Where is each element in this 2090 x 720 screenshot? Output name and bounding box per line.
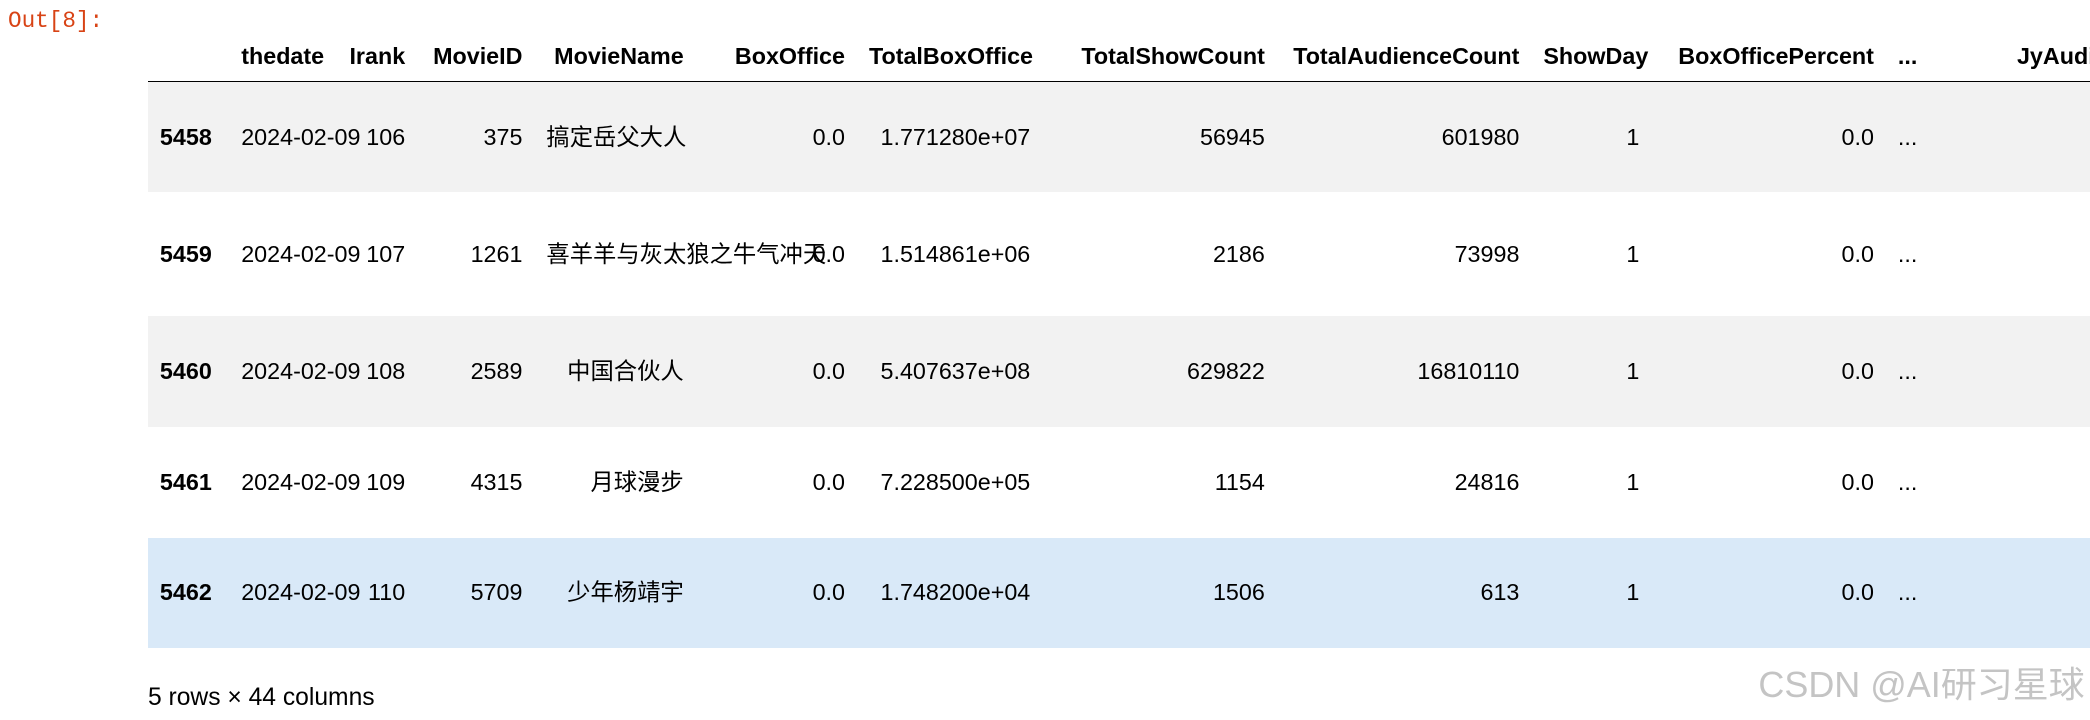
column-header: MovieName bbox=[534, 31, 696, 83]
cell-ellipsis: ... bbox=[1897, 123, 1918, 150]
row-index: 5459 bbox=[159, 240, 212, 267]
cell-moviename: 中国合伙人 bbox=[567, 358, 684, 385]
row-index: 5460 bbox=[159, 358, 212, 385]
cell-moviename: 月球漫步 bbox=[590, 468, 684, 495]
cell-boxoffice: 0.0 bbox=[812, 468, 845, 495]
cell-moviename: 少年杨靖宇 bbox=[567, 579, 684, 606]
dataframe-shape-summary: 5 rows × 44 columns bbox=[147, 684, 375, 712]
column-header: TotalShowCount bbox=[1042, 31, 1277, 83]
notebook-output-cell: Out[8]: thedate Irank MovieID MovieName … bbox=[0, 0, 2090, 720]
cell-totalboxoffice: 7.228500e+05 bbox=[880, 468, 1031, 495]
table-row[interactable]: 5462 2024-02-09 110 5709 少年杨靖宇 0.0 1.748… bbox=[147, 537, 2090, 649]
cell-totalaudiencecount: 24816 bbox=[1454, 468, 1520, 495]
cell-movieid: 5709 bbox=[470, 579, 523, 606]
cell-moviename: 搞定岳父大人 bbox=[546, 123, 687, 150]
column-header: BoxOfficePercent bbox=[1651, 31, 1886, 83]
cell-totalaudiencecount: 73998 bbox=[1454, 240, 1520, 267]
table-header-row: thedate Irank MovieID MovieName BoxOffic… bbox=[147, 31, 2090, 83]
cell-totalshowcount: 629822 bbox=[1187, 358, 1265, 385]
cell-showday: 1 bbox=[1626, 240, 1640, 267]
cell-thedate: 2024-02-09 bbox=[241, 123, 361, 150]
cell-boxofficepercent: 0.0 bbox=[1841, 468, 1874, 495]
column-header: TotalAudienceCount bbox=[1276, 31, 1532, 83]
column-header: ShowDay bbox=[1531, 31, 1652, 83]
cell-showday: 1 bbox=[1626, 579, 1640, 606]
row-index: 5458 bbox=[159, 123, 212, 150]
row-index: 5461 bbox=[159, 468, 212, 495]
cell-thedate: 2024-02-09 bbox=[241, 358, 361, 385]
row-index: 5462 bbox=[159, 579, 212, 606]
cell-totalshowcount: 1506 bbox=[1212, 579, 1265, 606]
cell-totalaudiencecount: 16810110 bbox=[1417, 358, 1520, 385]
column-header: TotalBoxOffice bbox=[856, 31, 1043, 83]
column-header-ellipsis: ... bbox=[1885, 31, 1929, 83]
table-row[interactable]: 5460 2024-02-09 108 2589 中国合伙人 0.0 5.407… bbox=[147, 316, 2090, 427]
cell-totalboxoffice: 1.771280e+07 bbox=[880, 123, 1031, 150]
cell-totalshowcount: 1154 bbox=[1214, 468, 1265, 495]
cell-boxofficepercent: 0.0 bbox=[1841, 240, 1874, 267]
cell-movieid: 375 bbox=[483, 123, 523, 150]
column-header: Irank bbox=[335, 31, 418, 83]
cell-jyaudiencecount bbox=[1929, 82, 2090, 193]
cell-boxofficepercent: 0.0 bbox=[1841, 579, 1874, 606]
cell-jyaudiencecount bbox=[1929, 427, 2090, 538]
column-header: JyAudienceCount bbox=[1928, 31, 2090, 83]
cell-movieid: 1261 bbox=[470, 240, 523, 267]
cell-jyaudiencecount bbox=[1929, 316, 2090, 427]
cell-ellipsis: ... bbox=[1897, 240, 1918, 267]
cell-movieid: 2589 bbox=[470, 358, 523, 385]
cell-totalboxoffice: 1.748200e+04 bbox=[880, 579, 1031, 606]
cell-showday: 1 bbox=[1626, 358, 1640, 385]
output-prompt: Out[8]: bbox=[7, 7, 104, 34]
cell-ellipsis: ... bbox=[1897, 358, 1918, 385]
table-row[interactable]: 5458 2024-02-09 106 375 搞定岳父大人 0.0 1.771… bbox=[147, 81, 2090, 193]
cell-thedate: 2024-02-09 bbox=[241, 468, 361, 495]
cell-showday: 1 bbox=[1626, 123, 1640, 150]
cell-boxofficepercent: 0.0 bbox=[1841, 358, 1874, 385]
cell-showday: 1 bbox=[1626, 468, 1640, 495]
cell-boxoffice: 0.0 bbox=[812, 123, 845, 150]
table-row[interactable]: 5461 2024-02-09 109 4315 月球漫步 0.0 7.2285… bbox=[147, 427, 2090, 538]
cell-ellipsis: ... bbox=[1897, 468, 1918, 495]
cell-jyaudiencecount bbox=[1929, 192, 2090, 316]
column-header: MovieID bbox=[417, 31, 535, 83]
index-header bbox=[147, 31, 230, 83]
cell-totalaudiencecount: 601980 bbox=[1441, 123, 1520, 150]
cell-moviename: 喜羊羊与灰太狼之牛气冲天 bbox=[546, 240, 827, 267]
cell-boxoffice: 0.0 bbox=[812, 579, 845, 606]
table-row[interactable]: 5459 2024-02-09 107 1261 喜羊羊与灰太狼之牛气冲天 0.… bbox=[147, 192, 2090, 317]
cell-totalboxoffice: 1.514861e+06 bbox=[880, 240, 1031, 267]
column-header: thedate bbox=[229, 31, 336, 83]
cell-totalshowcount: 2186 bbox=[1212, 240, 1265, 267]
cell-ellipsis: ... bbox=[1897, 579, 1918, 606]
cell-totalshowcount: 56945 bbox=[1200, 123, 1265, 150]
dataframe-table: thedate Irank MovieID MovieName BoxOffic… bbox=[147, 31, 2090, 649]
cell-thedate: 2024-02-09 bbox=[241, 240, 361, 267]
cell-totalaudiencecount: 613 bbox=[1480, 579, 1520, 606]
cell-totalboxoffice: 5.407637e+08 bbox=[880, 358, 1031, 385]
cell-movieid: 4315 bbox=[470, 468, 523, 495]
column-header: BoxOffice bbox=[695, 31, 857, 83]
watermark: CSDN @AI研习星球 bbox=[1758, 663, 2085, 705]
dataframe-scroll-area[interactable]: thedate Irank MovieID MovieName BoxOffic… bbox=[147, 31, 2090, 653]
cell-thedate: 2024-02-09 bbox=[241, 579, 361, 606]
cell-jyaudiencecount bbox=[1929, 538, 2090, 649]
cell-boxofficepercent: 0.0 bbox=[1841, 123, 1874, 150]
cell-boxoffice: 0.0 bbox=[812, 358, 845, 385]
